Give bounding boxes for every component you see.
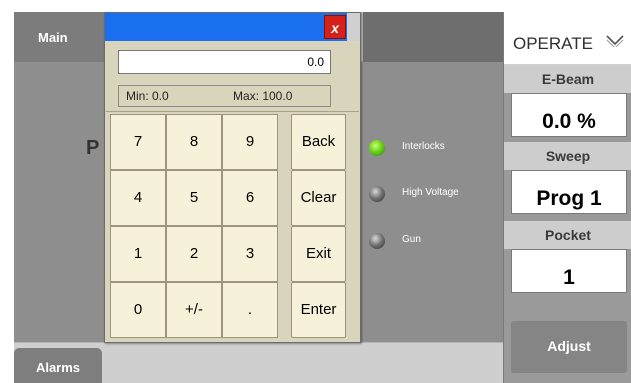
key-4[interactable]: 4: [110, 170, 166, 226]
key-plus-minus[interactable]: +/-: [166, 282, 222, 338]
adjust-button[interactable]: Adjust: [511, 321, 627, 373]
pocket-label: Pocket: [504, 221, 631, 249]
key-8[interactable]: 8: [166, 114, 222, 170]
key-3[interactable]: 3: [222, 226, 278, 282]
pocket-value[interactable]: 1: [511, 249, 627, 293]
page-title-fragment: P: [86, 137, 100, 159]
min-value-text: Min: 0.0: [126, 89, 169, 103]
keypad-divider: [106, 111, 359, 112]
indicator-label: Gun: [402, 234, 421, 245]
key-9[interactable]: 9: [222, 114, 278, 170]
keypad-titlebar[interactable]: x: [105, 13, 360, 41]
key-0[interactable]: 0: [110, 282, 166, 338]
key-2[interactable]: 2: [166, 226, 222, 282]
key-7[interactable]: 7: [110, 114, 166, 170]
mode-select[interactable]: OPERATE: [504, 12, 631, 65]
titlebar-edge: [347, 13, 360, 41]
operate-panel: OPERATE E-Beam 0.0 % Sweep Prog 1 Pocket…: [503, 12, 631, 383]
max-value-text: Max: 100.0: [233, 89, 293, 103]
indicator-label: High Voltage: [402, 187, 459, 198]
indicator-label: Interlocks: [402, 141, 445, 152]
high-voltage-led-icon: [369, 186, 385, 202]
value-display-field[interactable]: 0.0: [118, 50, 331, 74]
tab-main[interactable]: Main: [14, 12, 104, 62]
sweep-value[interactable]: Prog 1: [511, 170, 627, 214]
bottom-bar: Alarms: [14, 342, 503, 383]
ebeam-value[interactable]: 0.0 %: [511, 93, 627, 137]
mode-label: OPERATE: [513, 34, 593, 53]
chevron-down-icon: [606, 35, 624, 47]
exit-button[interactable]: Exit: [291, 226, 346, 282]
ebeam-label: E-Beam: [504, 65, 631, 93]
key-6[interactable]: 6: [222, 170, 278, 226]
key-1[interactable]: 1: [110, 226, 166, 282]
close-button[interactable]: x: [324, 15, 346, 39]
key-decimal[interactable]: .: [222, 282, 278, 338]
interlocks-led-icon: [369, 140, 385, 156]
alarms-button[interactable]: Alarms: [14, 348, 102, 383]
key-5[interactable]: 5: [166, 170, 222, 226]
range-info: Min: 0.0 Max: 100.0: [118, 85, 331, 107]
numeric-keypad-dialog: x 0.0 Min: 0.0 Max: 100.0 7 8 9 4 5 6 1 …: [104, 12, 361, 343]
sweep-label: Sweep: [504, 142, 631, 170]
gun-led-icon: [369, 233, 385, 249]
back-button[interactable]: Back: [291, 114, 346, 170]
clear-button[interactable]: Clear: [291, 170, 346, 226]
enter-button[interactable]: Enter: [291, 282, 346, 338]
tab-strip-right: [363, 12, 503, 62]
